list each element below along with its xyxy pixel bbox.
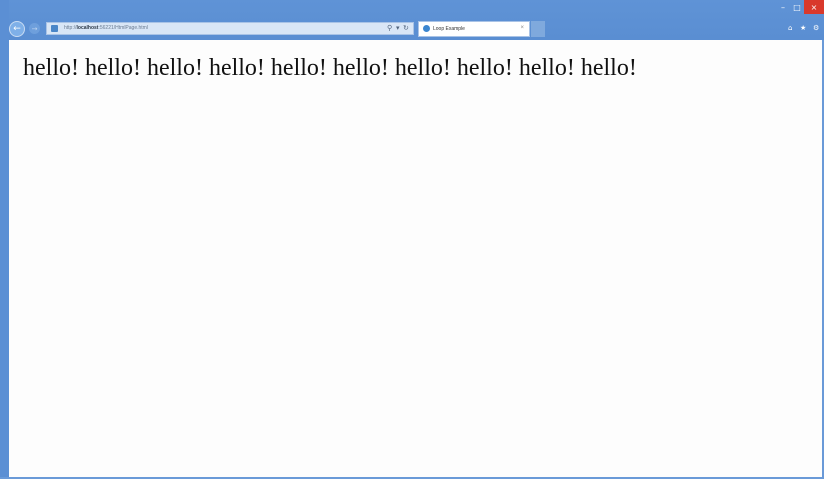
tab-label: Loop Example <box>433 26 465 32</box>
new-tab-button[interactable] <box>531 21 545 37</box>
address-url[interactable]: http://localhost:56221/HtmlPage.html <box>64 24 148 33</box>
dropdown-icon[interactable]: ▾ <box>396 23 400 34</box>
maximize-button[interactable]: □ <box>790 0 804 14</box>
star-icon[interactable]: ★ <box>800 23 806 33</box>
forward-button[interactable]: → <box>29 23 40 34</box>
hello-text: hello! hello! hello! hello! hello! hello… <box>23 55 637 81</box>
refresh-icon[interactable]: ↻ <box>403 23 409 34</box>
home-icon[interactable]: ⌂ <box>788 23 792 33</box>
url-host: localhost <box>76 25 99 31</box>
back-button[interactable]: ← <box>9 21 25 37</box>
search-icon[interactable]: ⚲ <box>387 23 392 34</box>
url-path: :56221/HtmlPage.html <box>98 25 148 31</box>
page-content: hello! hello! hello! hello! hello! hello… <box>9 40 822 477</box>
page-icon <box>51 25 58 32</box>
browser-window: ← → http://localhost:56221/HtmlPage.html… <box>0 0 824 479</box>
gear-icon[interactable]: ⚙ <box>813 23 819 33</box>
tab-close-icon[interactable]: × <box>520 24 524 33</box>
tab-loop-example[interactable]: Loop Example × <box>418 21 530 37</box>
address-bar[interactable]: http://localhost:56221/HtmlPage.html ⚲ ▾… <box>46 22 414 35</box>
browser-titlebar: ← → http://localhost:56221/HtmlPage.html… <box>0 0 824 40</box>
close-button[interactable]: × <box>804 0 824 14</box>
minimize-button[interactable]: – <box>776 0 790 14</box>
arrow-left-icon: ← <box>13 24 21 34</box>
arrow-right-icon: → <box>31 24 38 33</box>
ie-page-icon <box>423 25 430 32</box>
url-prefix: http:// <box>64 25 77 31</box>
window-frame-left <box>0 0 9 479</box>
